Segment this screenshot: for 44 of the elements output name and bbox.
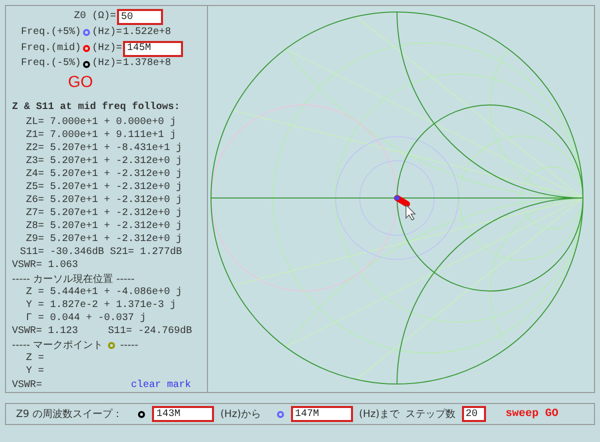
unit-label: (Hz)= bbox=[92, 57, 122, 72]
result-line: Z5= 5.207e+1 + -2.312e+0 j bbox=[25, 181, 184, 194]
cursor-line: VSWR= 1.123 S11= -24.769dB bbox=[11, 325, 194, 338]
unit-label: (Hz)から bbox=[220, 408, 261, 421]
result-line: Z2= 5.207e+1 + -8.431e+1 j bbox=[25, 142, 184, 156]
result-line: VSWR= 1.063 bbox=[11, 259, 80, 272]
result-line: Z3= 5.207e+1 + -2.312e+0 j bbox=[25, 155, 184, 168]
results-heading: Z & S11 at mid freq follows: bbox=[12, 101, 182, 116]
frequency-input[interactable]: 147M bbox=[290, 406, 353, 422]
frequency-value: 1.378e+8 bbox=[123, 57, 172, 72]
cursor-icon bbox=[406, 204, 416, 221]
clear-mark-link[interactable]: clear mark bbox=[130, 380, 191, 391]
unit-label: (Hz)まで bbox=[358, 408, 400, 421]
mark-line: VSWR= bbox=[11, 378, 42, 392]
result-line: Z9= 5.207e+1 + -2.312e+0 j bbox=[25, 233, 184, 246]
sweep-label: Z9 の周波数スイープ： bbox=[16, 408, 122, 421]
unit-label: (Hz)= bbox=[92, 42, 122, 56]
dash-separator: ----- bbox=[120, 340, 138, 351]
result-line: Z4= 5.207e+1 + -2.312e+0 j bbox=[25, 168, 184, 182]
result-line: Z7= 5.207e+1 + -2.312e+0 j bbox=[25, 207, 184, 220]
mark-line: Y = bbox=[25, 365, 46, 378]
frequency-input[interactable]: 145M bbox=[123, 40, 184, 57]
steps-label: ステップ数 bbox=[406, 408, 456, 421]
steps-input[interactable]: 20 bbox=[462, 406, 486, 422]
frequency-value: 1.522e+8 bbox=[123, 26, 172, 40]
cursor-line: Γ = 0.044 + -0.037 j bbox=[25, 312, 148, 326]
result-line: Z8= 5.207e+1 + -2.312e+0 j bbox=[25, 220, 184, 234]
frequency-input[interactable]: 143M bbox=[152, 406, 214, 422]
mark-section-heading: ----- マークポイント bbox=[12, 339, 104, 352]
z0-label: Z0 (Ω)= bbox=[74, 10, 116, 24]
frequency-label: Freq.(+5%) bbox=[21, 26, 82, 40]
result-line: Z6= 5.207e+1 + -2.312e+0 j bbox=[25, 194, 184, 208]
unit-label: (Hz)= bbox=[92, 26, 122, 40]
plot-point-marker bbox=[394, 195, 410, 207]
z0-input[interactable]: 50 bbox=[117, 9, 164, 25]
cursor-section-heading: ----- カーソル現在位置 ----- bbox=[12, 272, 134, 286]
frequency-label: Freq.(mid) bbox=[21, 42, 82, 56]
mark-line: Z = bbox=[25, 352, 46, 366]
result-line: ZL= 7.000e+1 + 0.000e+0 j bbox=[25, 116, 178, 130]
result-line: Z1= 7.000e+1 + 9.111e+1 j bbox=[25, 129, 176, 142]
cursor-line: Y = 1.827e-2 + 1.371e-3 j bbox=[25, 299, 178, 312]
result-line: S11= -30.346dB S21= 1.277dB bbox=[19, 246, 184, 260]
frequency-label: Freq.(-5%) bbox=[21, 57, 82, 72]
cursor-line: Z = 5.444e+1 + -4.086e+0 j bbox=[25, 286, 184, 300]
